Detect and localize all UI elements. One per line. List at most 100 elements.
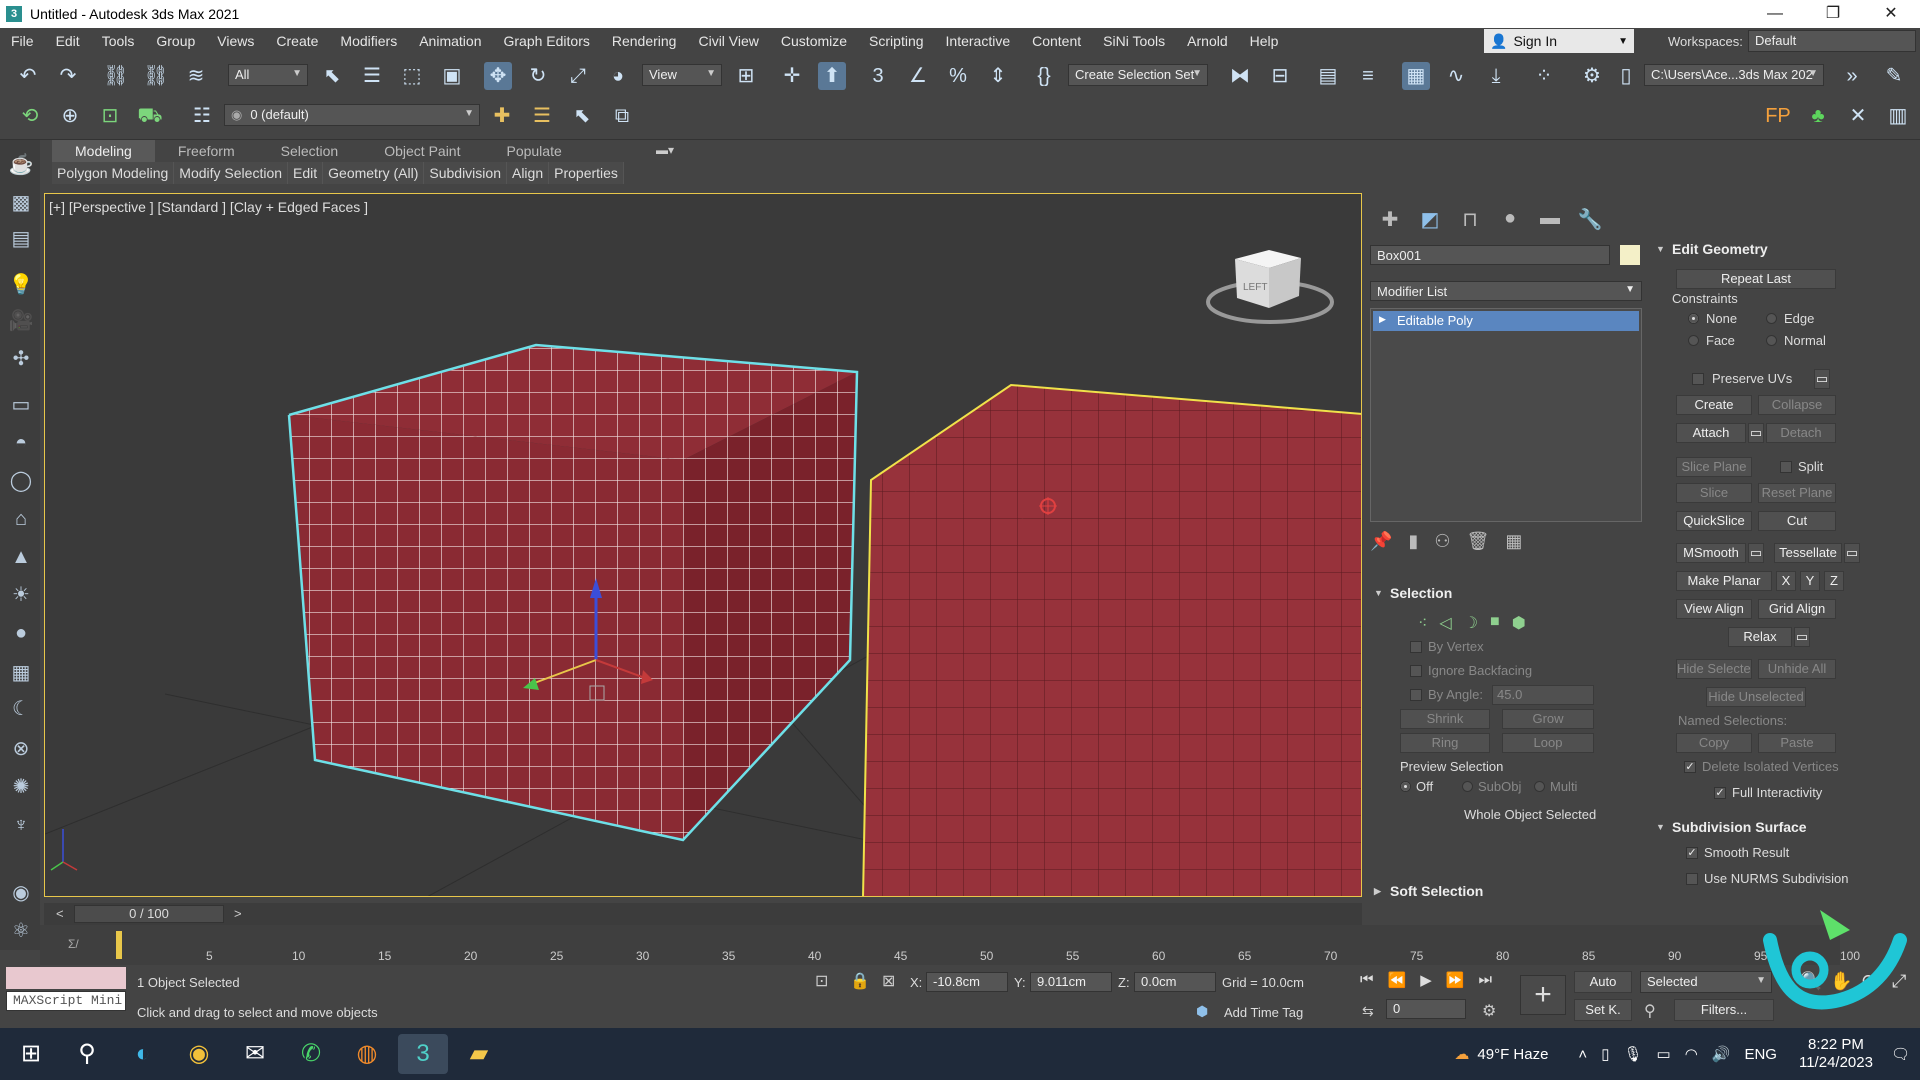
toolbar-overflow-icon[interactable]: » <box>1838 62 1866 90</box>
ribbon-panel-modify-selection[interactable]: Modify Selection <box>174 162 289 184</box>
render-setup-icon[interactable]: ⚙ <box>1578 62 1606 90</box>
menu-item-interactive[interactable]: Interactive <box>935 33 1022 49</box>
ribbon-panel-properties[interactable]: Properties <box>549 162 624 184</box>
menu-item-group[interactable]: Group <box>145 33 206 49</box>
motion-tab-icon[interactable]: ● <box>1490 207 1530 232</box>
menu-item-sini-tools[interactable]: SiNi Tools <box>1092 33 1176 49</box>
go-to-start-icon[interactable]: ⏮ <box>1360 971 1374 989</box>
time-slider[interactable]: 0 / 100 <box>74 905 224 923</box>
pin-stack-icon[interactable]: 📌 <box>1370 531 1392 552</box>
time-tag-icon[interactable]: ⬢ <box>1196 1003 1208 1020</box>
attach-button[interactable]: Attach <box>1676 423 1746 443</box>
keyboard-shortcut-override-icon[interactable]: ⬆ <box>818 62 846 90</box>
select-and-rotate-icon[interactable]: ↻ <box>524 62 552 90</box>
tools-icon[interactable]: ✕ <box>1844 102 1872 130</box>
rectangular-selection-icon[interactable]: ⬚ <box>398 62 426 90</box>
grow-button[interactable]: Grow <box>1502 709 1594 729</box>
planar-x-button[interactable]: X <box>1776 571 1796 591</box>
spinner-snap-icon[interactable]: ⇕ <box>984 62 1012 90</box>
sphere-icon[interactable]: ◯ <box>8 468 34 494</box>
asset-tracking-icon[interactable]: ⛟ <box>136 102 164 130</box>
quickslice-button[interactable]: QuickSlice <box>1676 511 1752 531</box>
ribbon-panel-geometry-all[interactable]: Geometry (All) <box>323 162 425 184</box>
hierarchy-tab-icon[interactable]: ⊓ <box>1450 207 1490 232</box>
hide-unselected-button[interactable]: Hide Unselected <box>1706 687 1806 707</box>
collapse-button[interactable]: Collapse <box>1758 395 1836 415</box>
isolate-selection-icon[interactable]: ⊡ <box>815 971 828 991</box>
material-editor-icon[interactable]: ⁘ <box>1530 62 1558 90</box>
moon-icon[interactable]: ☾ <box>8 696 34 722</box>
menu-item-edit[interactable]: Edit <box>45 33 91 49</box>
helpers-icon[interactable]: ✣ <box>8 346 34 372</box>
undo-icon[interactable]: ↶ <box>14 62 42 90</box>
by-vertex-checkbox[interactable] <box>1410 641 1422 653</box>
current-frame-field[interactable]: 0 <box>1386 999 1466 1019</box>
plane-icon[interactable]: ▭ <box>8 392 34 418</box>
select-and-move-icon[interactable]: ✥ <box>484 62 512 90</box>
plant-icon[interactable]: ♆ <box>8 812 34 838</box>
menu-item-tools[interactable]: Tools <box>91 33 146 49</box>
y-coordinate-field[interactable]: 9.011cm <box>1030 972 1112 992</box>
cut-button[interactable]: Cut <box>1758 511 1836 531</box>
mirror-icon[interactable]: ⧓ <box>1226 62 1254 90</box>
create-button[interactable]: Create <box>1676 395 1752 415</box>
search-icon[interactable]: ⚲ <box>62 1034 112 1074</box>
go-to-end-icon[interactable]: ⏭ <box>1478 971 1492 989</box>
box-mesh-selected[interactable] <box>287 343 859 842</box>
previous-key-icon[interactable]: ⏪ <box>1388 971 1407 989</box>
preserve-uvs-checkbox[interactable] <box>1692 373 1704 385</box>
border-mode-icon[interactable]: ☽ <box>1464 613 1478 633</box>
close-icon[interactable]: ✕ <box>1862 0 1920 28</box>
windows-start-icon[interactable]: ⊞ <box>6 1034 56 1074</box>
modifier-stack[interactable]: Editable Poly <box>1370 308 1642 522</box>
project-path-select[interactable]: C:\Users\Ace...3ds Max 202 ▼ <box>1644 64 1824 86</box>
detach-button[interactable]: Detach <box>1766 423 1836 443</box>
mail-icon[interactable]: ✉ <box>230 1034 280 1074</box>
preview-subobj-radio[interactable] <box>1462 781 1473 792</box>
render-sphere-icon[interactable]: ◉ <box>8 880 34 906</box>
bind-space-warp-icon[interactable]: ≋ <box>182 62 210 90</box>
menu-item-animation[interactable]: Animation <box>408 33 492 49</box>
schematic-view-icon[interactable]: ⤓ <box>1482 62 1510 90</box>
scene-canvas[interactable]: LEFT <box>45 194 1362 897</box>
forest-plugin-icon[interactable]: ♣ <box>1804 102 1832 130</box>
material-sphere-icon[interactable]: ● <box>8 620 34 646</box>
link-icon[interactable]: ⛓ <box>102 62 130 90</box>
panel-icon[interactable]: ▥ <box>1884 102 1912 130</box>
key-mode-icon[interactable]: ⇆ <box>1362 1003 1374 1020</box>
constraint-edge-radio[interactable] <box>1766 313 1777 324</box>
angle-spinner[interactable]: 45.0 <box>1492 685 1594 705</box>
vertex-mode-icon[interactable]: ⁖ <box>1418 613 1427 633</box>
file-explorer-icon[interactable]: ▰ <box>454 1034 504 1074</box>
repeat-last-button[interactable]: Repeat Last <box>1676 269 1836 289</box>
next-frame-icon[interactable]: > <box>234 906 242 921</box>
ignore-backfacing-checkbox[interactable] <box>1410 665 1422 677</box>
render-frame-icon[interactable]: ▯ <box>1612 62 1640 90</box>
ribbon-toggle-icon[interactable]: ▦ <box>1402 62 1430 90</box>
view-align-button[interactable]: View Align <box>1676 599 1752 619</box>
set-key-big-icon[interactable]: + <box>1520 975 1566 1015</box>
sign-in-button[interactable]: 👤 Sign In ▼ <box>1484 29 1634 53</box>
workspace-select[interactable]: Default <box>1748 30 1916 52</box>
ribbon-panel-polygon-modeling[interactable]: Polygon Modeling <box>52 162 175 184</box>
msmooth-settings-icon[interactable]: ▭ <box>1748 543 1764 563</box>
box-mesh-second[interactable] <box>862 383 1362 897</box>
polygon-mode-icon[interactable]: ■ <box>1490 613 1500 633</box>
make-unique-icon[interactable]: ⚇ <box>1434 531 1450 552</box>
relax-button[interactable]: Relax <box>1728 627 1792 647</box>
edge-browser-icon[interactable]: ◐ <box>118 1034 168 1074</box>
reference-coordinate-select[interactable]: View ▼ <box>642 64 722 86</box>
track-bar[interactable]: Σ/ 5 10 15 20 25 30 35 40 45 50 55 60 65 70 75 80 85 90 95… <box>40 925 1860 965</box>
angle-snap-icon[interactable]: ∠ <box>904 62 932 90</box>
tray-chevron-icon[interactable]: ˄ <box>1578 1046 1587 1063</box>
edit-geometry-rollout-header[interactable]: Edit Geometry <box>1650 241 1768 261</box>
absolute-mode-icon[interactable]: ⊠ <box>882 971 895 991</box>
tablet-icon[interactable]: ▯ <box>1601 1045 1609 1063</box>
next-key-icon[interactable]: ⏩ <box>1446 971 1465 989</box>
x-coordinate-field[interactable]: -10.8cm <box>926 972 1008 992</box>
planar-y-button[interactable]: Y <box>1800 571 1820 591</box>
select-object-icon[interactable]: ⬉ <box>318 62 346 90</box>
hide-selected-button[interactable]: Hide Selected <box>1676 659 1752 679</box>
menu-item-help[interactable]: Help <box>1239 33 1290 49</box>
menu-item-content[interactable]: Content <box>1021 33 1092 49</box>
